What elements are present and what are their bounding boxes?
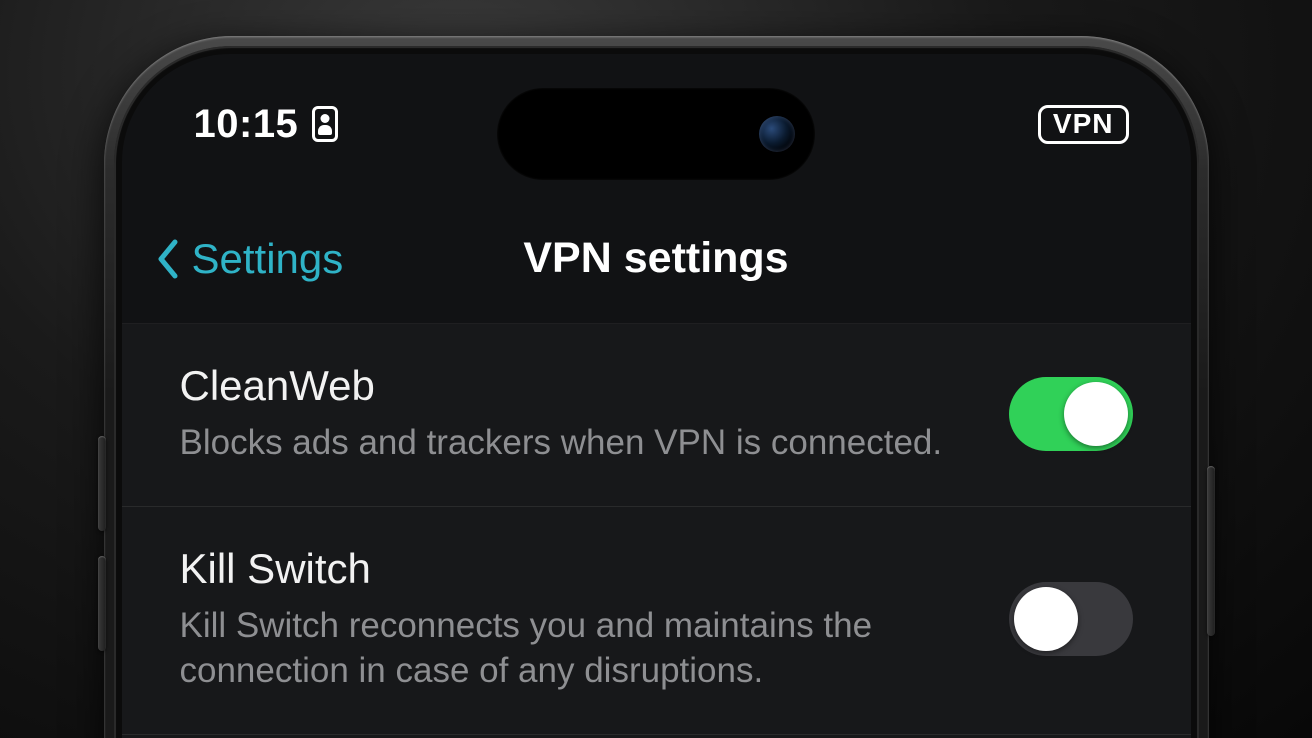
- setting-row-cleanweb: CleanWeb Blocks ads and trackers when VP…: [122, 324, 1191, 507]
- toggle-cleanweb[interactable]: [1009, 377, 1133, 451]
- setting-description: Blocks ads and trackers when VPN is conn…: [180, 420, 979, 466]
- toggle-knob: [1014, 587, 1078, 651]
- setting-text: Kill Switch Kill Switch reconnects you a…: [180, 545, 1009, 694]
- vpn-status-badge: VPN: [1038, 105, 1129, 144]
- setting-row-killswitch: Kill Switch Kill Switch reconnects you a…: [122, 507, 1191, 735]
- volume-down-button[interactable]: [98, 556, 106, 651]
- phone-frame-inner: 10:15 VPN Settings V: [114, 46, 1199, 738]
- status-time: 10:15: [194, 102, 299, 147]
- screen: 10:15 VPN Settings V: [122, 54, 1191, 738]
- chevron-left-icon: [156, 239, 180, 279]
- id-card-icon: [312, 106, 338, 142]
- front-camera-icon: [759, 116, 795, 152]
- toggle-killswitch[interactable]: [1009, 582, 1133, 656]
- back-button[interactable]: Settings: [156, 235, 344, 283]
- back-label: Settings: [192, 235, 344, 283]
- volume-up-button[interactable]: [98, 436, 106, 531]
- setting-title: Kill Switch: [180, 545, 979, 593]
- phone-frame: 10:15 VPN Settings V: [104, 36, 1209, 738]
- status-left: 10:15: [194, 102, 339, 147]
- nav-bar: Settings VPN settings: [122, 194, 1191, 324]
- settings-list: CleanWeb Blocks ads and trackers when VP…: [122, 324, 1191, 738]
- setting-text: CleanWeb Blocks ads and trackers when VP…: [180, 362, 1009, 466]
- setting-description: Kill Switch reconnects you and maintains…: [180, 603, 979, 694]
- dynamic-island: [497, 88, 815, 180]
- toggle-knob: [1064, 382, 1128, 446]
- power-button[interactable]: [1207, 466, 1215, 636]
- setting-title: CleanWeb: [180, 362, 979, 410]
